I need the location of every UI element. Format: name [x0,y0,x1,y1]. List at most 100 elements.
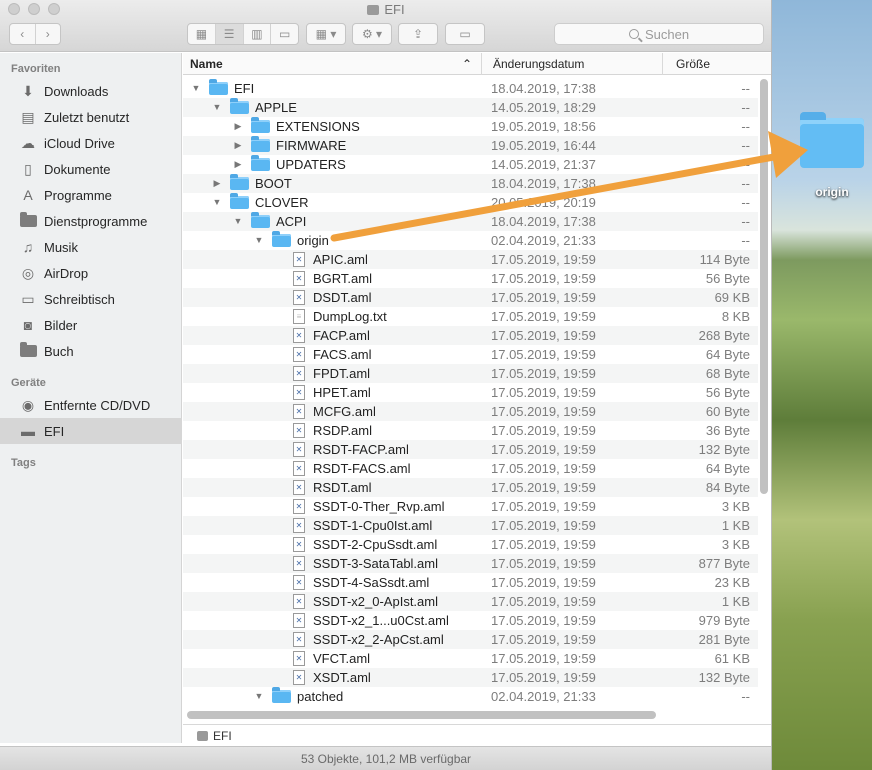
gallery-view-button[interactable]: ▭ [271,24,298,44]
file-row[interactable]: ▼ APPLE 14.05.2019, 18:29 -- [183,98,758,117]
sidebar-item-label: EFI [44,423,65,439]
column-size-header[interactable]: Größe [664,53,771,75]
file-size: -- [741,100,750,115]
file-row[interactable]: ✕ MCFG.aml 17.05.2019, 19:59 60 Byte [183,402,758,421]
disclosure-expanded-icon[interactable]: ▼ [191,83,201,94]
file-row[interactable]: ✕ SSDT-x2_2-ApCst.aml 17.05.2019, 19:59 281… [183,630,758,649]
column-date-header[interactable]: Änderungsdatum [483,53,663,75]
folder-icon [251,136,270,152]
list-view-button[interactable]: ☰ [215,24,244,44]
file-row[interactable]: ✕ FACP.aml 17.05.2019, 19:59 268 Byte [183,326,758,345]
column-name-label: Name [190,57,223,71]
search-field[interactable]: Suchen [554,23,764,45]
file-row[interactable]: ✕ BGRT.aml 17.05.2019, 19:59 56 Byte [183,269,758,288]
file-row[interactable]: ✕ XSDT.aml 17.05.2019, 19:59 132 Byte [183,668,758,687]
file-row[interactable]: ✕ FACS.aml 17.05.2019, 19:59 64 Byte [183,345,758,364]
file-row[interactable]: ✕ SSDT-4-SaSsdt.aml 17.05.2019, 19:59 23 KB [183,573,758,592]
file-row[interactable]: ▶ BOOT 18.04.2019, 17:38 -- [183,174,758,193]
sidebar-item-bilder[interactable]: ◙ Bilder [0,312,182,338]
file-name-cell: ✕ SSDT-x2_2-ApCst.aml [275,630,444,649]
file-row[interactable]: ✕ APIC.aml 17.05.2019, 19:59 114 Byte [183,250,758,269]
file-row[interactable]: ▶ EXTENSIONS 19.05.2019, 18:56 -- [183,117,758,136]
disclosure-expanded-icon[interactable]: ▼ [254,691,264,702]
aml-file-icon: ✕ [293,651,305,666]
file-date: 17.05.2019, 19:59 [491,632,596,647]
file-row[interactable]: ▶ UPDATERS 14.05.2019, 21:37 -- [183,155,758,174]
file-name-cell: ▶ BOOT [212,174,292,193]
file-row[interactable]: ✕ RSDT-FACS.aml 17.05.2019, 19:59 64 Byte [183,459,758,478]
file-row[interactable]: ✕ RSDT-FACP.aml 17.05.2019, 19:59 132 Byte [183,440,758,459]
disclosure-expanded-icon[interactable]: ▼ [254,235,264,246]
sidebar-item-musik[interactable]: ♫ Musik [0,234,182,260]
file-name-cell: ✕ FACS.aml [275,345,372,364]
disclosure-collapsed-icon[interactable]: ▶ [233,159,243,170]
file-row[interactable]: ✕ RSDT.aml 17.05.2019, 19:59 84 Byte [183,478,758,497]
sidebar-item-airdrop[interactable]: ◎ AirDrop [0,260,182,286]
file-row[interactable]: ▶ FIRMWARE 19.05.2019, 16:44 -- [183,136,758,155]
disclosure-expanded-icon[interactable]: ▼ [212,102,222,113]
file-row[interactable]: ✕ SSDT-1-Cpu0Ist.aml 17.05.2019, 19:59 1 KB [183,516,758,535]
disclosure-collapsed-icon[interactable]: ▶ [233,140,243,151]
action-gear-button[interactable]: ⚙ ▾ [352,23,392,45]
tag-button[interactable]: ▭ [445,23,485,45]
sidebar-item-buch[interactable]: Buch [0,338,182,364]
aml-file-icon: ✕ [293,328,305,343]
file-row[interactable]: ✕ SSDT-0-Ther_Rvp.aml 17.05.2019, 19:59 3 K… [183,497,758,516]
folder-icon [272,231,291,247]
file-row[interactable]: ✕ SSDT-2-CpuSsdt.aml 17.05.2019, 19:59 3 KB [183,535,758,554]
back-button[interactable]: ‹ [10,24,36,44]
disclosure-collapsed-icon[interactable]: ▶ [233,121,243,132]
path-bar: EFI [183,724,771,746]
desktop-folder-label[interactable]: origin [800,185,864,199]
search-icon [628,29,639,39]
file-size: 56 Byte [705,271,750,286]
file-row[interactable]: ▼ EFI 18.04.2019, 17:38 -- [183,79,758,98]
file-row[interactable]: ✕ SSDT-x2_1...u0Cst.aml 17.05.2019, 19:59 9… [183,611,758,630]
file-name: RSDT.aml [313,480,372,495]
sidebar-item-label: Programme [44,187,112,203]
file-row[interactable]: ▼ origin 02.04.2019, 21:33 -- [183,231,758,250]
forward-button[interactable]: › [36,24,61,44]
disclosure-expanded-icon[interactable]: ▼ [212,197,222,208]
file-row[interactable]: ▼ patched 02.04.2019, 21:33 -- [183,687,758,706]
disk-icon: ▬ [21,423,35,439]
file-size: 8 KB [721,309,750,324]
sidebar-item-schreibtisch[interactable]: ▭ Schreibtisch [0,286,182,312]
sidebar-item-efi[interactable]: ▬ EFI [0,418,182,444]
sidebar-item-dokumente[interactable]: ▯ Dokumente [0,156,182,182]
sidebar-item-programme[interactable]: A Programme [0,182,182,208]
file-size: 69 KB [714,290,750,305]
sidebar-item-dienstprogramme[interactable]: Dienstprogramme [0,208,182,234]
icon-view-button[interactable]: ▦ [188,24,216,44]
column-view-button[interactable]: ▥ [244,24,272,44]
file-row[interactable]: ✕ FPDT.aml 17.05.2019, 19:59 68 Byte [183,364,758,383]
file-row[interactable]: ▼ ACPI 18.04.2019, 17:38 -- [183,212,758,231]
sidebar-item-label: Buch [44,343,74,359]
file-row[interactable]: ✕ SSDT-x2_0-ApIst.aml 17.05.2019, 19:59 1 K… [183,592,758,611]
file-row[interactable]: ✕ SSDT-3-SataTabl.aml 17.05.2019, 19:59 877… [183,554,758,573]
column-name-header[interactable]: Name ⌃ [183,53,482,75]
file-name-cell: ✕ XSDT.aml [275,668,371,687]
file-row[interactable]: ✕ HPET.aml 17.05.2019, 19:59 56 Byte [183,383,758,402]
file-date: 17.05.2019, 19:59 [491,670,596,685]
desktop-folder-icon[interactable] [800,112,864,168]
group-button[interactable]: ▦ ▾ [306,23,346,45]
file-name: VFCT.aml [313,651,371,666]
file-row[interactable]: ✕ RSDP.aml 17.05.2019, 19:59 36 Byte [183,421,758,440]
vertical-scrollbar[interactable] [760,79,768,494]
file-row[interactable]: ✕ VFCT.aml 17.05.2019, 19:59 61 KB [183,649,758,668]
disclosure-expanded-icon[interactable]: ▼ [233,216,243,227]
file-name: DSDT.aml [313,290,372,305]
path-item-efi[interactable]: EFI [213,729,232,743]
sidebar-item-icloud-drive[interactable]: ☁ iCloud Drive [0,130,182,156]
file-row[interactable]: ✕ DSDT.aml 17.05.2019, 19:59 69 KB [183,288,758,307]
file-row[interactable]: ≡ DumpLog.txt 17.05.2019, 19:59 8 KB [183,307,758,326]
disclosure-collapsed-icon[interactable]: ▶ [212,178,222,189]
sidebar-item-downloads[interactable]: ⬇ Downloads [0,78,182,104]
share-button[interactable]: ⇪ [398,23,438,45]
sidebar-item-zuletzt-benutzt[interactable]: ▤ Zuletzt benutzt [0,104,182,130]
sidebar-item-entfernte-cd-dvd[interactable]: ◉ Entfernte CD/DVD [0,392,182,418]
file-name: FPDT.aml [313,366,371,381]
file-row[interactable]: ▼ CLOVER 20.05.2019, 20:19 -- [183,193,758,212]
horizontal-scrollbar[interactable] [187,711,656,719]
